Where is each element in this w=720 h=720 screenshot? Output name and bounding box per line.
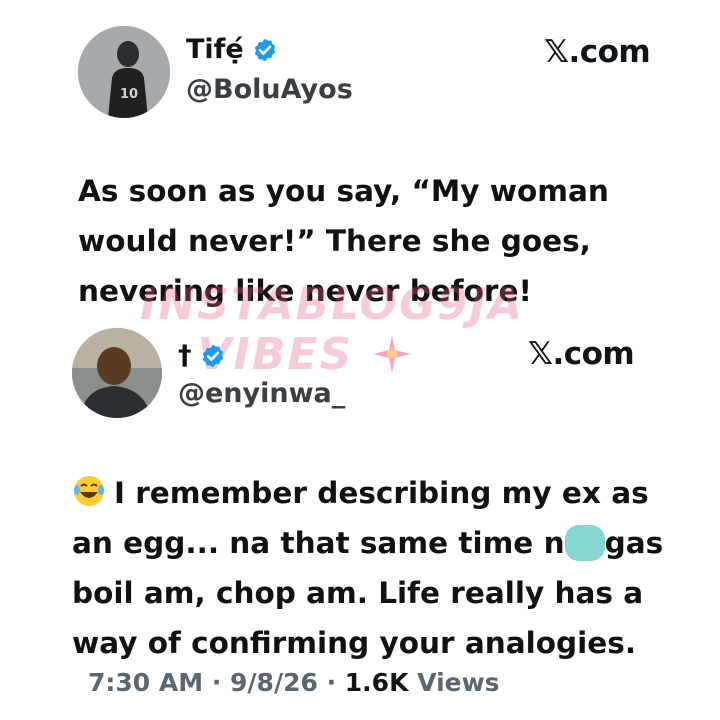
censor-blur: [564, 525, 605, 561]
display-name[interactable]: †: [178, 340, 192, 371]
player-avatar-image: 10: [78, 26, 170, 118]
separator: ·: [203, 668, 231, 697]
source-label: 𝕏.com: [544, 34, 651, 70]
tweet-text: I remember describing my ex as an egg...…: [72, 468, 663, 668]
tweet-line: would never!” There she goes,: [78, 224, 591, 258]
tweet-date[interactable]: 9/8/26: [230, 668, 318, 697]
svg-text:10: 10: [120, 87, 138, 102]
user-handle[interactable]: @BoluAyos: [186, 74, 353, 105]
tweet-text: As soon as you say, “My woman would neve…: [78, 166, 609, 316]
tweet-line: nevering like never before!: [78, 274, 532, 308]
man-avatar-image: [72, 328, 162, 418]
tweet-line-4: way of confirming your analogies.: [72, 626, 637, 660]
name-row-enyinwa: †: [178, 340, 226, 371]
verified-badge-icon: [202, 344, 223, 367]
tweet-meta: 7:30 AM · 9/8/26 · 1.6K Views: [88, 668, 500, 697]
views-label: Views: [408, 668, 500, 697]
tweet-line-1: I remember describing my ex as: [72, 468, 663, 518]
name-row-tife: Tifẹ́: [186, 34, 278, 65]
avatar-tife[interactable]: 10: [78, 26, 170, 118]
spark-burst-icon: [372, 335, 411, 373]
tweet-line-2: an egg... na that same time n gas: [72, 525, 664, 561]
laughing-tears-emoji: [74, 476, 104, 506]
views-count[interactable]: 1.6K: [345, 668, 409, 697]
source-label: 𝕏.com: [528, 336, 635, 372]
avatar-enyinwa[interactable]: [72, 328, 162, 418]
verified-badge-icon: [254, 38, 275, 61]
tweet-time[interactable]: 7:30 AM: [88, 668, 203, 697]
separator: ·: [317, 668, 345, 697]
tweet-line: As soon as you say, “My woman: [78, 174, 609, 208]
display-name[interactable]: Tifẹ́: [186, 34, 244, 65]
tweet-line-3: boil am, chop am. Life really has a: [72, 576, 644, 610]
user-handle[interactable]: @enyinwa_: [178, 378, 345, 409]
